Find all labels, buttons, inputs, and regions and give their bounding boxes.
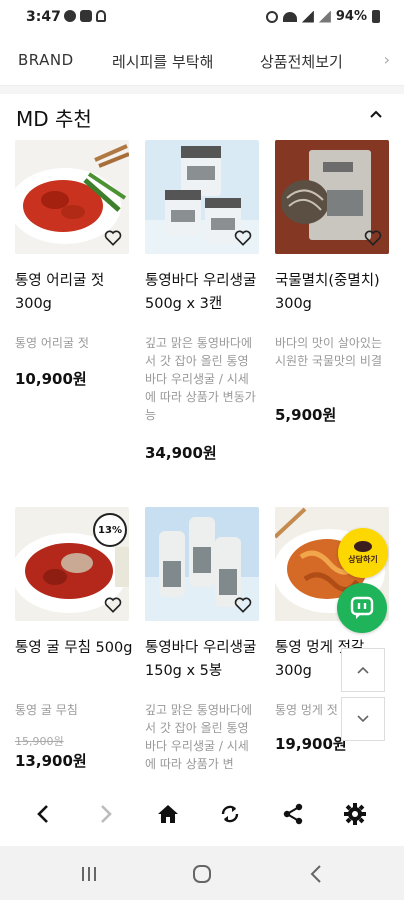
product-description: 깊고 맑은 통영바다에서 갓 잡아 올린 통영바다 우리생굴 / 시세에 따라 …: [145, 703, 252, 771]
status-time: 3:47: [26, 9, 61, 25]
wifi-icon: [282, 11, 297, 22]
chevron-up-icon[interactable]: [370, 106, 382, 122]
product-image[interactable]: [145, 507, 259, 621]
chevron-right-icon[interactable]: ›: [384, 50, 390, 69]
recent-apps-button[interactable]: [75, 860, 103, 888]
share-button[interactable]: [279, 800, 307, 828]
chevron-up-icon: [357, 666, 369, 674]
gear-icon: [344, 803, 366, 825]
alarm-icon: [265, 10, 278, 23]
kakao-consult-label: 상담하기: [348, 555, 378, 564]
chat-button[interactable]: [337, 583, 387, 633]
battery-level: 94%: [335, 9, 367, 24]
product-image[interactable]: [275, 140, 389, 254]
signal-icon: [301, 10, 314, 23]
status-right: 94%: [265, 9, 380, 24]
product-description: 깊고 맑은 통영바다에서 갓 잡아 올린 통영바다 우리생굴 / 시세에 따라 …: [145, 336, 256, 422]
product-card[interactable]: 국물멸치(중멸치) 300g 바다의 맛이 살아있는 시원한 국물맛의 비결 5…: [275, 140, 389, 430]
chevron-left-icon: [37, 805, 48, 823]
chevron-down-icon: [357, 715, 369, 723]
heart-icon[interactable]: [103, 228, 123, 248]
recent-apps-icon: [82, 867, 96, 881]
image-notification-icon: [80, 10, 92, 22]
product-image[interactable]: 13%: [15, 507, 129, 621]
scroll-down-button[interactable]: [341, 697, 385, 741]
product-card[interactable]: 통영 어리굴 젓 300g 통영 어리굴 젓 10,900원: [15, 140, 129, 390]
product-card[interactable]: 통영바다 우리생굴 500g x 3캔 깊고 맑은 통영바다에서 갓 잡아 올린…: [145, 140, 259, 470]
forward-button[interactable]: [92, 800, 120, 828]
product-price: 19,900원: [275, 735, 347, 753]
back-button[interactable]: [29, 800, 57, 828]
notification-icons: [64, 10, 106, 22]
product-name[interactable]: 통영바다 우리생굴 150g x 5봉: [145, 637, 263, 683]
product-image[interactable]: [145, 140, 259, 254]
share-icon: [283, 803, 303, 825]
discount-badge: 13%: [93, 513, 127, 547]
bell-icon: [96, 10, 106, 22]
product-name[interactable]: 통영 굴 무침 500g: [15, 637, 133, 660]
category-nav: BRAND 레시피를 부탁해 상품전체보기 ›: [0, 34, 404, 86]
nav-item-recipe[interactable]: 레시피를 부탁해: [112, 51, 213, 72]
product-original-price: 15,900원: [15, 735, 64, 748]
system-back-icon: [310, 865, 321, 883]
product-name[interactable]: 통영 어리굴 젓 300g: [15, 270, 133, 316]
product-name[interactable]: 통영바다 우리생굴 500g x 3캔: [145, 270, 263, 316]
chat-icon: [350, 596, 374, 619]
product-price: 13,900원: [15, 752, 87, 770]
app-notification-icon: [64, 10, 76, 22]
refresh-button[interactable]: [216, 800, 244, 828]
system-navigation-bar: [0, 846, 404, 900]
product-price: 10,900원: [15, 370, 87, 388]
product-description: 통영 굴 무침: [15, 703, 78, 717]
product-card[interactable]: 13% 통영 굴 무침 500g 통영 굴 무침 15,900원 13,900원: [15, 507, 132, 777]
chevron-right-icon: [101, 805, 112, 823]
heart-icon[interactable]: [233, 228, 253, 248]
browser-toolbar: [0, 786, 404, 842]
heart-icon[interactable]: [233, 595, 253, 615]
product-description: 바다의 맛이 살아있는 시원한 국물맛의 비결: [275, 336, 382, 368]
divider: [0, 86, 404, 94]
system-home-button[interactable]: [188, 860, 216, 888]
heart-icon[interactable]: [363, 228, 383, 248]
status-bar: 3:47 94%: [0, 0, 404, 34]
battery-icon: [372, 10, 380, 23]
signal-2-icon: [318, 10, 331, 23]
kakao-consult-button[interactable]: 상담하기: [338, 528, 388, 578]
product-description: 통영 어리굴 젓: [15, 336, 89, 350]
product-price: 5,900원: [275, 406, 337, 424]
home-circle-icon: [193, 865, 211, 883]
scroll-up-button[interactable]: [341, 648, 385, 692]
settings-button[interactable]: [341, 800, 369, 828]
refresh-icon: [221, 805, 239, 823]
nav-item-all-products[interactable]: 상품전체보기: [260, 51, 343, 72]
system-back-button[interactable]: [302, 860, 330, 888]
nav-item-brand[interactable]: BRAND: [18, 51, 74, 69]
product-image[interactable]: [15, 140, 129, 254]
home-button[interactable]: [154, 800, 182, 828]
product-price: 34,900원: [145, 444, 217, 462]
kakao-talk-icon: [354, 541, 372, 552]
section-title: MD 추천: [16, 107, 92, 131]
product-name[interactable]: 국물멸치(중멸치) 300g: [275, 270, 393, 316]
home-icon: [158, 805, 178, 823]
heart-icon[interactable]: [103, 595, 123, 615]
product-card[interactable]: 통영바다 우리생굴 150g x 5봉 깊고 맑은 통영바다에서 갓 잡아 올린…: [145, 507, 259, 777]
